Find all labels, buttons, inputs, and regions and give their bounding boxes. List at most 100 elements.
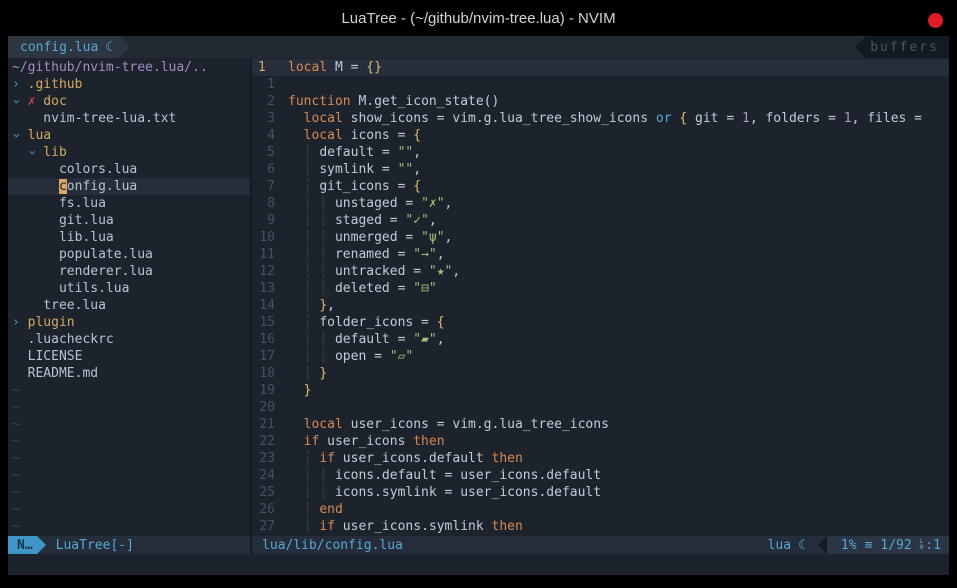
mode-indicator: N…	[8, 536, 37, 554]
code-token: function	[288, 94, 358, 109]
tree-file-lib-lua[interactable]: lib.lua	[8, 229, 250, 246]
tree-row-text	[12, 179, 59, 194]
powerline-arrow-icon	[855, 36, 866, 58]
code-line-text: ┆ ┆ deleted = "⊟"	[288, 280, 949, 297]
indent-guide: ┆	[304, 213, 320, 228]
code-token: open =	[335, 349, 390, 364]
code-token: "▱"	[390, 349, 413, 364]
code-line[interactable]: 17 ┆ ┆ open = "▱"	[252, 348, 949, 365]
window-titlebar[interactable]: LuaTree - (~/github/nvim-tree.lua) - NVI…	[0, 0, 957, 36]
code-token: ,	[445, 196, 453, 211]
line-number-relative: 6	[252, 161, 288, 178]
line-number-relative: 20	[252, 399, 288, 416]
code-line[interactable]: 8 ┆ ┆ unstaged = "✗",	[252, 195, 949, 212]
code-line[interactable]: 5 ┆ default = "",	[252, 144, 949, 161]
code-line[interactable]: 4 local icons = {	[252, 127, 949, 144]
indent-guide: ┆	[304, 230, 320, 245]
tree-row-text: tree.lua	[12, 298, 106, 313]
tree-folder-doc[interactable]: › ✗ doc	[8, 93, 250, 110]
tree-file-git-lua[interactable]: git.lua	[8, 212, 250, 229]
tree-file-nvim-tree-lua-txt[interactable]: nvim-tree-lua.txt	[8, 110, 250, 127]
code-token: {	[413, 179, 421, 194]
code-token: unmerged =	[335, 230, 421, 245]
tabline-spacer	[130, 36, 855, 58]
code-line[interactable]: 25 ┆ ┆ icons.symlink = user_icons.defaul…	[252, 484, 949, 501]
code-token: folder_icons =	[319, 315, 436, 330]
code-token: show_icons = vim.g.lua_tree_show_icons	[351, 111, 656, 126]
empty-line-tilde: ~	[8, 416, 250, 433]
tree-row-text: LICENSE	[12, 349, 82, 364]
empty-line-tilde: ~	[8, 450, 250, 467]
code-line[interactable]: 21 local user_icons = vim.g.lua_tree_ico…	[252, 416, 949, 433]
code-line[interactable]: 20	[252, 399, 949, 416]
tree-folder-github[interactable]: › .github	[8, 76, 250, 93]
code-line-text: ┆ ┆ icons.default = user_icons.default	[288, 467, 949, 484]
tree-file-license[interactable]: LICENSE	[8, 348, 250, 365]
code-line[interactable]: 7 ┆ git_icons = {	[252, 178, 949, 195]
code-line[interactable]: 1local M = {}	[252, 59, 949, 76]
code-token: ""	[398, 162, 414, 177]
tree-file-tree-lua[interactable]: tree.lua	[8, 297, 250, 314]
code-token: deleted =	[335, 281, 413, 296]
code-token: ,	[413, 162, 421, 177]
indent-guide: ┆	[304, 298, 320, 313]
code-line[interactable]: 19 }	[252, 382, 949, 399]
line-number-relative: 10	[252, 229, 288, 246]
code-line[interactable]: 12 ┆ ┆ untracked = "★",	[252, 263, 949, 280]
code-line[interactable]: 15 ┆ folder_icons = {	[252, 314, 949, 331]
code-line[interactable]: 11 ┆ ┆ renamed = "→",	[252, 246, 949, 263]
close-button-icon[interactable]	[928, 13, 943, 28]
tree-row-text: fs.lua	[12, 196, 106, 211]
code-line[interactable]: 22 if user_icons then	[252, 433, 949, 450]
code-line[interactable]: 14 ┆ },	[252, 297, 949, 314]
code-token	[288, 196, 304, 211]
code-line[interactable]: 27 ┆ if user_icons.symlink then	[252, 518, 949, 535]
code-line[interactable]: 23 ┆ if user_icons.default then	[252, 450, 949, 467]
code-line-text: ┆ ┆ staged = "✓",	[288, 212, 949, 229]
tree-file-colors-lua[interactable]: colors.lua	[8, 161, 250, 178]
code-token	[288, 366, 304, 381]
tree-folder-plugin[interactable]: › plugin	[8, 314, 250, 331]
tree-root-path[interactable]: ~/github/nvim-tree.lua/..	[8, 59, 250, 76]
tree-folder-lua[interactable]: › lua	[8, 127, 250, 144]
tree-file-renderer-lua[interactable]: renderer.lua	[8, 263, 250, 280]
code-line[interactable]: 10 ┆ ┆ unmerged = "ψ",	[252, 229, 949, 246]
command-line[interactable]	[8, 554, 949, 575]
tab-config-lua[interactable]: config.lua ☾	[8, 36, 119, 58]
empty-line-tilde: ~	[8, 484, 250, 501]
code-token: "→"	[413, 247, 436, 262]
code-line[interactable]: 13 ┆ ┆ deleted = "⊟"	[252, 280, 949, 297]
empty-line-tilde: ~	[8, 467, 250, 484]
line-number-relative: 17	[252, 348, 288, 365]
code-token: ""	[398, 145, 414, 160]
tree-row-text: ~	[12, 451, 20, 466]
code-token: then	[492, 519, 523, 534]
code-line[interactable]: 24 ┆ ┆ icons.default = user_icons.defaul…	[252, 467, 949, 484]
tree-file-fs-lua[interactable]: fs.lua	[8, 195, 250, 212]
tree-row-text: ~	[12, 519, 20, 534]
tree-file-populate-lua[interactable]: populate.lua	[8, 246, 250, 263]
code-line[interactable]: 1	[252, 76, 949, 93]
code-line[interactable]: 9 ┆ ┆ staged = "✓",	[252, 212, 949, 229]
code-line[interactable]: 2function M.get_icon_state()	[252, 93, 949, 110]
code-line[interactable]: 26 ┆ end	[252, 501, 949, 518]
tree-row-text: ~/github/nvim-tree.lua/..	[12, 60, 208, 75]
code-token: if	[319, 451, 342, 466]
tree-folder-lib[interactable]: › lib	[8, 144, 250, 161]
code-line[interactable]: 16 ┆ ┆ default = "▰",	[252, 331, 949, 348]
code-line[interactable]: 6 ┆ symlink = "",	[252, 161, 949, 178]
code-line[interactable]: 3 local show_icons = vim.g.lua_tree_show…	[252, 110, 949, 127]
line-number-relative: 9	[252, 212, 288, 229]
tree-file-config-lua[interactable]: config.lua	[8, 178, 250, 195]
tree-file-readme-md[interactable]: README.md	[8, 365, 250, 382]
line-number-relative: 18	[252, 365, 288, 382]
code-line[interactable]: 18 ┆ }	[252, 365, 949, 382]
code-token: {}	[366, 60, 382, 75]
line-number-relative: 25	[252, 484, 288, 501]
tree-file-luacheckrc[interactable]: .luacheckrc	[8, 331, 250, 348]
code-line-text: ┆ ┆ unmerged = "ψ",	[288, 229, 949, 246]
line-number-relative: 4	[252, 127, 288, 144]
tree-row-text: ~	[12, 468, 20, 483]
tree-file-utils-lua[interactable]: utils.lua	[8, 280, 250, 297]
tree-row-text: ~	[12, 485, 20, 500]
